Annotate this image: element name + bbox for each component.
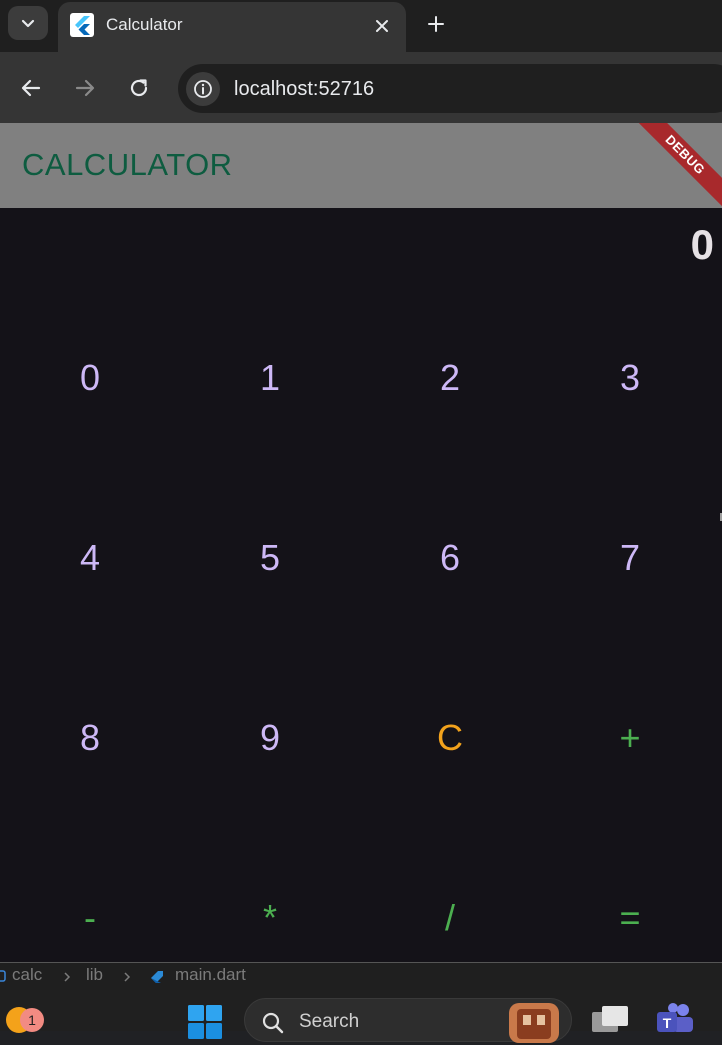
- taskbar-search[interactable]: Search: [244, 998, 572, 1043]
- tab-search-button[interactable]: [8, 6, 48, 40]
- site-info-button[interactable]: [186, 72, 220, 106]
- clear-button[interactable]: C: [360, 648, 540, 828]
- tab-strip: Calculator: [0, 0, 722, 52]
- forward-button[interactable]: [71, 74, 99, 102]
- chevron-down-icon: [21, 19, 35, 28]
- equals-button[interactable]: =: [540, 828, 720, 962]
- folder-icon: [0, 970, 6, 982]
- subtract-button[interactable]: -: [0, 828, 180, 962]
- widgets-button[interactable]: 1: [3, 1002, 44, 1041]
- search-icon: [262, 1012, 284, 1034]
- task-view-icon: [592, 1006, 628, 1032]
- breadcrumb-item-project[interactable]: calc: [12, 965, 42, 985]
- key-8[interactable]: 8: [0, 648, 180, 828]
- teams-icon: T: [657, 1003, 693, 1032]
- search-label: Search: [299, 1011, 360, 1032]
- reload-button[interactable]: [125, 74, 153, 102]
- flutter-icon: [70, 13, 94, 37]
- ide-breadcrumb: calc lib main.dart: [0, 962, 722, 990]
- key-4[interactable]: 4: [0, 468, 180, 648]
- address-bar[interactable]: localhost:52716: [178, 64, 722, 113]
- key-0[interactable]: 0: [0, 288, 180, 468]
- key-5[interactable]: 5: [180, 468, 360, 648]
- task-view-button[interactable]: [590, 1004, 630, 1039]
- key-7[interactable]: 7: [540, 468, 720, 648]
- taskbar: 1 Search T: [0, 990, 722, 1043]
- key-9[interactable]: 9: [180, 648, 360, 828]
- arrow-left-icon: [21, 79, 41, 97]
- add-button[interactable]: +: [540, 648, 720, 828]
- tab-close-button[interactable]: [370, 14, 394, 38]
- back-button[interactable]: [17, 74, 45, 102]
- dart-file-icon: [151, 971, 163, 983]
- calculator-app: CALCULATOR DEBUG 0 0 1 2 3 4 5 6 7 8 9 C…: [0, 123, 722, 962]
- divide-button[interactable]: /: [360, 828, 540, 962]
- reload-icon: [130, 79, 148, 97]
- svg-text:T: T: [663, 1015, 672, 1031]
- windows-icon: [188, 1005, 222, 1039]
- browser-toolbar: localhost:52716: [0, 52, 722, 123]
- plus-icon: [428, 16, 444, 32]
- close-icon: [376, 20, 388, 32]
- info-icon: [194, 80, 212, 98]
- chevron-right-icon: [64, 972, 71, 982]
- notification-badge: 1: [20, 1008, 44, 1032]
- key-2[interactable]: 2: [360, 288, 540, 468]
- key-6[interactable]: 6: [360, 468, 540, 648]
- breadcrumb-item-folder[interactable]: lib: [86, 965, 103, 985]
- arrow-right-icon: [75, 79, 95, 97]
- key-3[interactable]: 3: [540, 288, 720, 468]
- key-1[interactable]: 1: [180, 288, 360, 468]
- url-text: localhost:52716: [234, 78, 375, 100]
- teams-button[interactable]: T: [655, 1002, 695, 1037]
- search-highlight-icon: [509, 1003, 559, 1043]
- app-title: CALCULATOR: [22, 147, 233, 182]
- chevron-right-icon: [124, 972, 131, 982]
- browser-tab[interactable]: Calculator: [58, 2, 406, 52]
- app-bar: CALCULATOR: [0, 123, 722, 208]
- start-button[interactable]: [187, 1004, 223, 1045]
- multiply-button[interactable]: *: [180, 828, 360, 962]
- result-display: 0: [690, 221, 714, 268]
- breadcrumb-item-file[interactable]: main.dart: [175, 965, 246, 985]
- new-tab-button[interactable]: [422, 10, 450, 38]
- tab-title: Calculator: [106, 15, 183, 34]
